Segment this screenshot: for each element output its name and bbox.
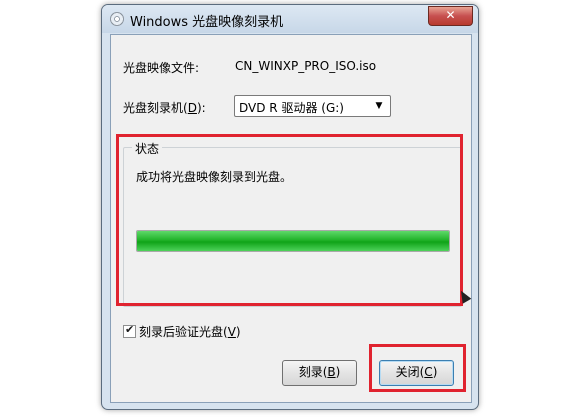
- burner-select[interactable]: DVD R 驱动器 (G:) ▼: [234, 95, 391, 117]
- close-icon: ✕: [445, 8, 456, 22]
- burn-button-key: B: [327, 365, 336, 379]
- close-button-highlight-box: [369, 344, 466, 392]
- title-bar[interactable]: Windows 光盘映像刻录机 ✕: [102, 5, 478, 33]
- verify-label[interactable]: 刻录后验证光盘(V): [139, 325, 241, 339]
- checkmark-icon: ✔: [125, 323, 135, 336]
- verify-label-prefix: 刻录后验证光盘(: [139, 325, 228, 339]
- chevron-down-icon[interactable]: ▼: [372, 99, 386, 113]
- burner-selected-value: DVD R 驱动器 (G:): [239, 101, 344, 115]
- burn-button-suffix: ): [335, 365, 341, 379]
- burner-label-prefix: 光盘刻录机(: [123, 101, 188, 115]
- burner-label-key: D: [187, 101, 197, 115]
- status-highlight-box: [116, 134, 463, 306]
- burner-label: 光盘刻录机(D):: [123, 99, 206, 116]
- image-file-label: 光盘映像文件:: [123, 61, 200, 75]
- burn-button[interactable]: 刻录(B): [282, 360, 357, 386]
- verify-checkbox[interactable]: ✔: [123, 323, 136, 338]
- image-file-value: CN_WINXP_PRO_ISO.iso: [235, 59, 377, 73]
- burn-button-prefix: 刻录(: [298, 365, 328, 379]
- verify-label-key: V: [227, 325, 236, 339]
- window-title: Windows 光盘映像刻录机: [130, 15, 284, 30]
- window-close-button[interactable]: ✕: [428, 6, 473, 26]
- disc-icon: [110, 12, 124, 26]
- verify-row[interactable]: ✔ 刻录后验证光盘(V): [123, 323, 241, 340]
- burner-label-suffix: ):: [196, 101, 206, 115]
- verify-label-suffix: ): [235, 325, 241, 339]
